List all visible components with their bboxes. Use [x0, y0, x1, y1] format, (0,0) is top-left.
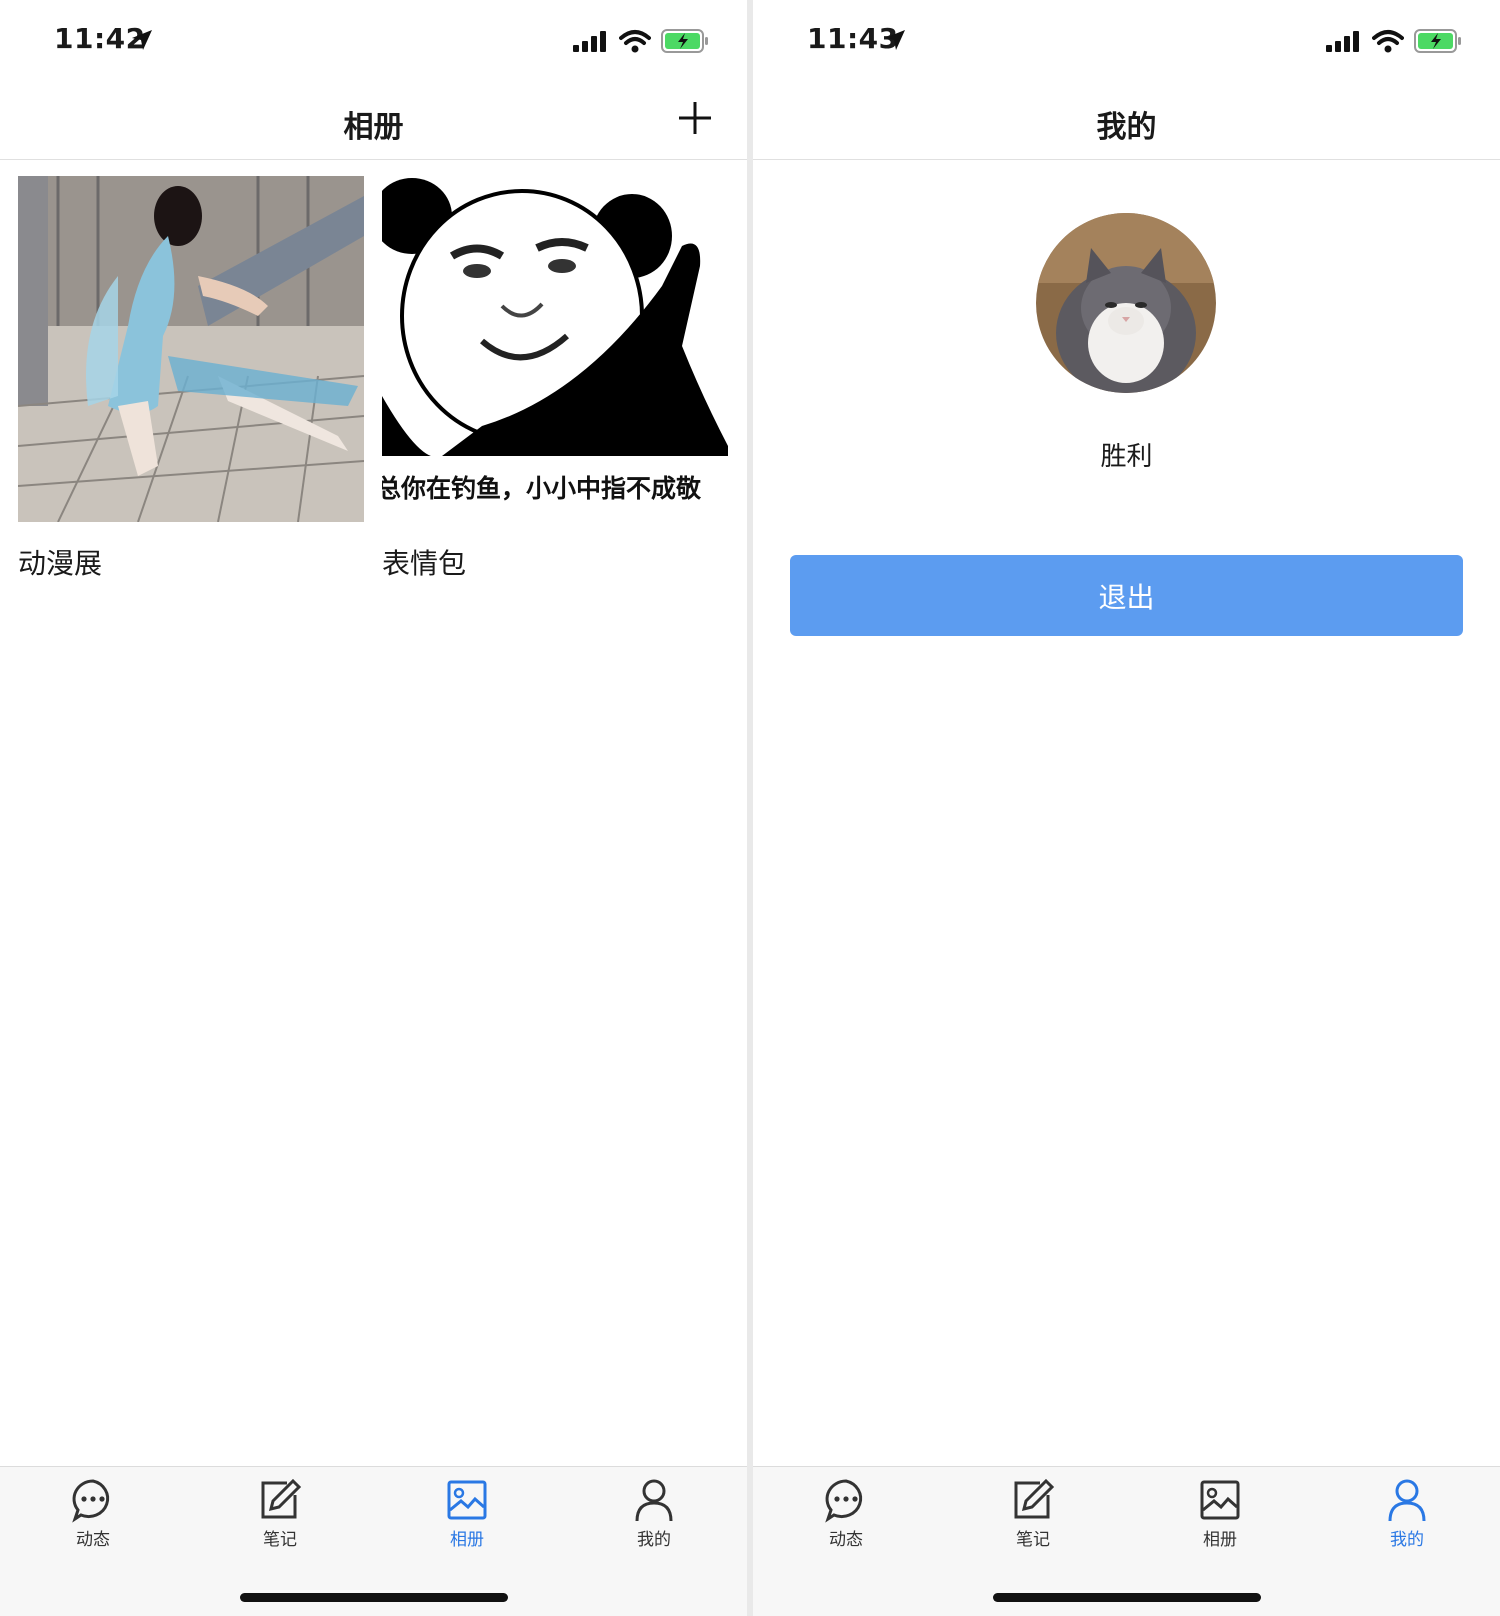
- add-album-button[interactable]: [675, 98, 715, 138]
- tab-label: 相册: [1203, 1530, 1237, 1550]
- profile-screen: 11:43 我的 胜利 退出 动态 笔记 相册 我的: [753, 0, 1500, 1616]
- battery-icon: [1414, 29, 1461, 53]
- tab-label: 我的: [1390, 1530, 1424, 1550]
- location-arrow-icon: [885, 30, 905, 50]
- person-icon: [635, 1479, 673, 1522]
- album-grid: 动漫展 总你在钓鱼，小小中指不成敬 表情包: [18, 176, 729, 582]
- chat-bubble-icon: [72, 1479, 110, 1523]
- tab-feed[interactable]: 动态: [33, 1477, 153, 1550]
- tab-bar: 动态 笔记 相册 我的: [753, 1466, 1500, 1616]
- nav-bar: 我的: [753, 80, 1500, 160]
- wifi-icon: [619, 30, 651, 53]
- status-icons: [573, 26, 709, 56]
- album-name: 动漫展: [18, 547, 103, 580]
- signal-icon: [573, 31, 606, 52]
- status-bar: 11:43: [753, 0, 1500, 80]
- tab-label: 动态: [76, 1530, 110, 1550]
- tab-label: 笔记: [1016, 1530, 1050, 1550]
- location-arrow-icon: [132, 30, 152, 50]
- logout-button[interactable]: 退出: [790, 555, 1463, 636]
- page-title: 相册: [343, 110, 404, 145]
- nav-bar: 相册: [0, 80, 747, 160]
- wifi-icon: [1372, 30, 1404, 53]
- tab-label: 动态: [829, 1530, 863, 1550]
- tab-label: 相册: [450, 1530, 484, 1550]
- chat-bubble-icon: [825, 1479, 863, 1523]
- album-screen: 11:42 相册 动漫展 总你在钓鱼，小小中指不成敬 表情包 动态 笔记 相册 …: [0, 0, 747, 1616]
- edit-icon: [1014, 1478, 1055, 1519]
- tab-album[interactable]: 相册: [407, 1477, 527, 1550]
- page-title: 我的: [1096, 110, 1157, 145]
- home-indicator: [993, 1593, 1261, 1602]
- tab-mine[interactable]: 我的: [1347, 1477, 1467, 1550]
- profile-name: 胜利: [1100, 442, 1153, 472]
- tab-bar: 动态 笔记 相册 我的: [0, 1466, 747, 1616]
- meme-caption: 总你在钓鱼，小小中指不成敬: [382, 474, 702, 503]
- image-icon: [1200, 1480, 1240, 1520]
- tab-feed[interactable]: 动态: [786, 1477, 906, 1550]
- tab-mine[interactable]: 我的: [594, 1477, 714, 1550]
- home-indicator: [240, 1593, 508, 1602]
- status-bar: 11:42: [0, 0, 747, 80]
- edit-icon: [261, 1478, 302, 1519]
- tab-notes[interactable]: 笔记: [220, 1477, 340, 1550]
- album-item-anime-expo[interactable]: 动漫展: [18, 176, 364, 582]
- person-icon: [1388, 1479, 1426, 1522]
- album-name: 表情包: [382, 547, 467, 580]
- album-item-stickers[interactable]: 总你在钓鱼，小小中指不成敬 表情包: [382, 176, 728, 582]
- tab-notes[interactable]: 笔记: [973, 1477, 1093, 1550]
- battery-icon: [661, 29, 708, 53]
- cosplay-photo: [18, 176, 364, 522]
- tab-label: 笔记: [263, 1530, 297, 1550]
- status-icons: [1326, 26, 1462, 56]
- panda-meme: 总你在钓鱼，小小中指不成敬: [382, 176, 728, 522]
- avatar[interactable]: [1036, 213, 1216, 393]
- tab-album[interactable]: 相册: [1160, 1477, 1280, 1550]
- tab-label: 我的: [637, 1530, 671, 1550]
- plus-icon: [679, 102, 711, 134]
- image-icon: [447, 1480, 487, 1520]
- signal-icon: [1326, 31, 1359, 52]
